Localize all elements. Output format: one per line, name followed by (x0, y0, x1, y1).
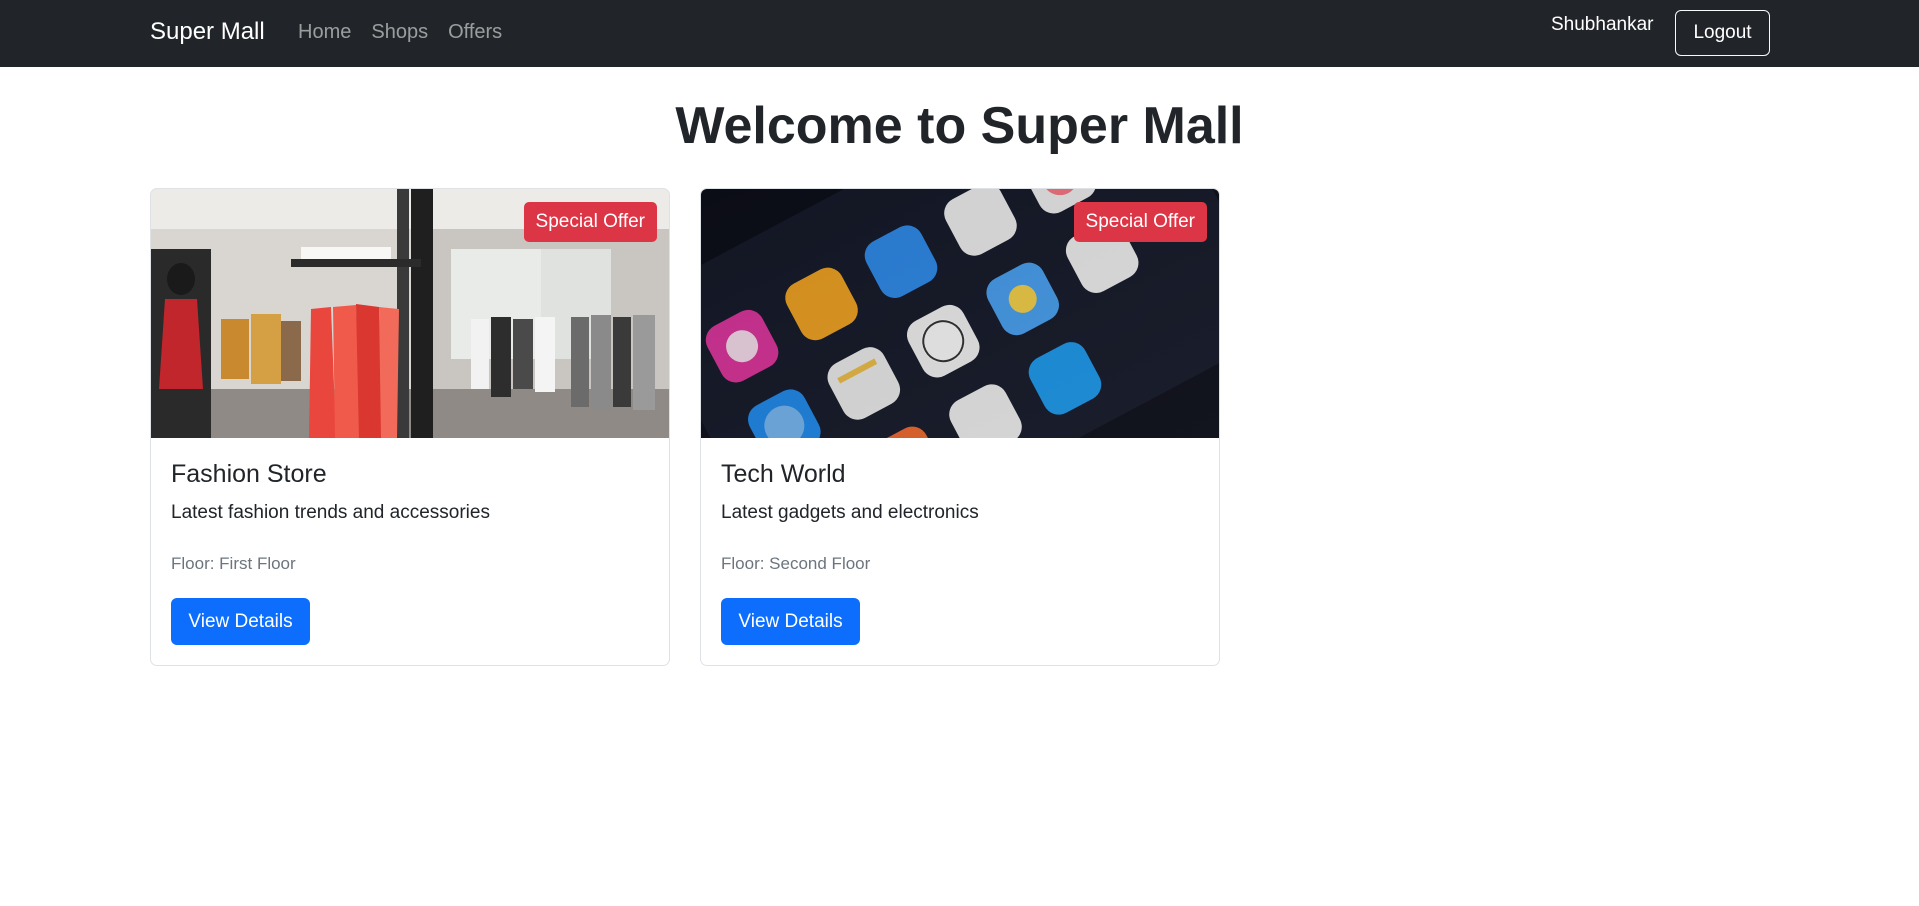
brand-link[interactable]: Super Mall (150, 18, 265, 46)
shop-card-tech-world: Special Offer Tech World Latest gadgets … (700, 188, 1220, 666)
view-details-button[interactable]: View Details (721, 598, 860, 645)
user-name: Shubhankar (1551, 14, 1654, 35)
page-title: Welcome to Super Mall (675, 97, 1244, 155)
special-offer-badge: Special Offer (523, 202, 657, 242)
shop-name: Fashion Store (171, 460, 327, 488)
shop-floor: Floor: First Floor (171, 554, 296, 573)
shop-description: Latest gadgets and electronics (721, 502, 979, 523)
nav-link-offers[interactable]: Offers (448, 21, 502, 44)
special-offer-badge: Special Offer (1073, 202, 1207, 242)
shop-image-fashion-store: Special Offer (151, 189, 669, 438)
nav-link-home[interactable]: Home (298, 21, 351, 44)
logout-button[interactable]: Logout (1675, 10, 1770, 56)
shop-floor: Floor: Second Floor (721, 554, 871, 573)
shop-name: Tech World (721, 460, 846, 488)
view-details-button[interactable]: View Details (171, 598, 310, 645)
top-navbar: Super Mall Home Shops Offers Shubhankar … (0, 0, 1919, 67)
shop-image-tech-world: Special Offer (701, 189, 1219, 438)
shop-description: Latest fashion trends and accessories (171, 502, 490, 523)
nav-links: Home Shops Offers (298, 21, 502, 44)
nav-link-shops[interactable]: Shops (371, 21, 428, 44)
shop-card-fashion-store: Special Offer Fashion Store Latest fashi… (150, 188, 670, 666)
